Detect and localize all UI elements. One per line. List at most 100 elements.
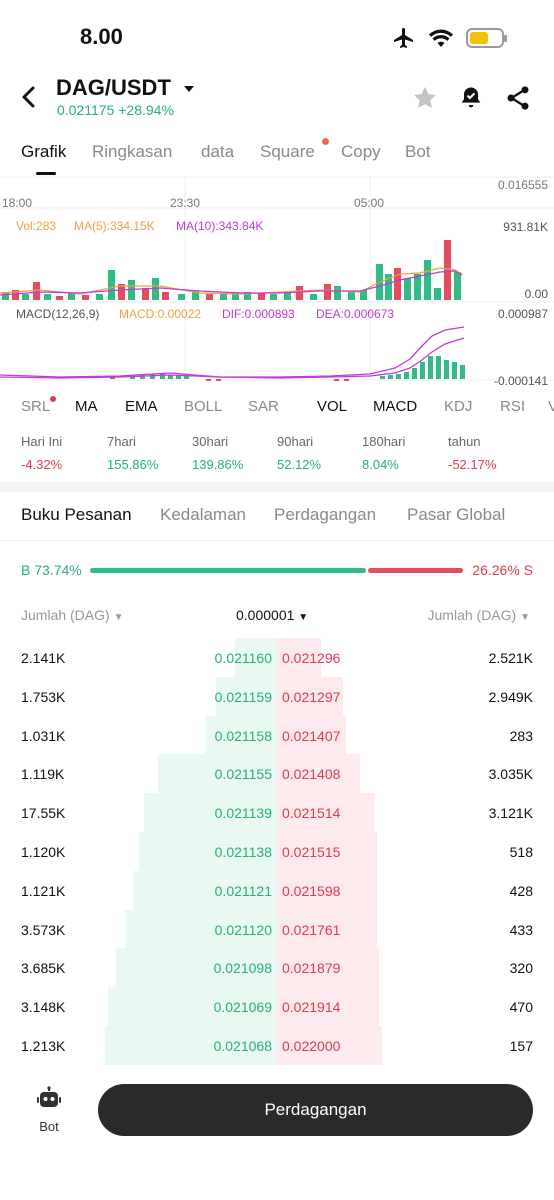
order-book-row[interactable]: 17.55K 0.021139 0.021514 3.121K: [0, 793, 554, 832]
wifi-icon: [429, 29, 453, 47]
price-alert-icon[interactable]: [457, 84, 485, 112]
bid-qty-header[interactable]: Jumlah (DAG) ▼: [21, 607, 123, 623]
pair-title[interactable]: DAG/USDT: [56, 75, 171, 101]
indicator-rsi[interactable]: RSI: [500, 398, 525, 415]
indicator-macd[interactable]: MACD: [373, 398, 417, 415]
bid-quantity: 1.753K: [21, 688, 66, 705]
tab-depth[interactable]: Kedalaman: [160, 505, 246, 525]
bid-price: 0.021159: [214, 688, 272, 705]
indicator-ma[interactable]: MA: [75, 398, 98, 415]
ask-quantity: 2.949K: [488, 688, 533, 705]
ask-price: 0.021514: [282, 805, 341, 822]
ask-quantity: 320: [509, 960, 533, 977]
notification-dot: [322, 138, 329, 145]
bid-price: 0.021138: [214, 844, 272, 860]
indicator-srl[interactable]: SRL: [21, 398, 50, 415]
bot-button[interactable]: Bot: [26, 1086, 72, 1146]
time-label-2: 23:30: [170, 196, 200, 210]
bot-label: Bot: [39, 1119, 59, 1134]
main-tabs: Grafik Ringkasan data Square Copy Bot: [0, 138, 554, 178]
perf-value: 8.04%: [362, 457, 399, 472]
battery-icon: [466, 28, 507, 48]
order-book-header: Jumlah (DAG) ▼ 0.000001 ▼ Jumlah (DAG) ▼: [0, 605, 554, 625]
bid-price: 0.021139: [214, 805, 272, 822]
tab-ringkasan[interactable]: Ringkasan: [92, 142, 172, 162]
book-tabs-divider: [0, 540, 554, 541]
kline-chart[interactable]: 0.016555 18:00 23:30 05:00 Vol:283 MA(5)…: [0, 176, 554, 386]
perf-label: 180hari: [362, 434, 406, 449]
tab-grafik[interactable]: Grafik: [21, 142, 66, 162]
indicator-vol[interactable]: VOL: [317, 398, 347, 415]
perf-year: tahun -52.17%: [448, 434, 496, 472]
macd-axis-max: 0.000987: [498, 307, 548, 321]
order-book-row[interactable]: 2.141K 0.021160 0.021296 2.521K: [0, 638, 554, 677]
star-icon[interactable]: [411, 84, 439, 112]
indicator-kdj[interactable]: KDJ: [444, 398, 472, 415]
ask-price: 0.021407: [282, 727, 341, 744]
order-book-row[interactable]: 1.213K 0.021068 0.022000 157: [0, 1026, 554, 1065]
bid-quantity: 1.120K: [21, 844, 66, 860]
tab-copy[interactable]: Copy: [341, 142, 381, 162]
bid-price: 0.021069: [213, 999, 272, 1016]
order-book-row[interactable]: 1.031K 0.021158 0.021407 283: [0, 716, 554, 755]
volume-bars: [2, 240, 461, 300]
indicator-notification-dot: [50, 396, 56, 402]
performance-row: Hari Ini -4.32% 7hari 155.86% 30hari 139…: [0, 434, 554, 474]
tab-square[interactable]: Square: [260, 142, 315, 162]
ask-price: 0.021761: [282, 921, 341, 938]
ask-price: 0.022000: [282, 1038, 341, 1054]
tab-order-book[interactable]: Buku Pesanan: [21, 505, 132, 525]
caret-down-icon: ▼: [520, 612, 530, 623]
vol-axis-max: 931.81K: [503, 220, 548, 234]
caret-down-icon[interactable]: [182, 82, 196, 96]
ask-qty-header-label: Jumlah (DAG): [427, 607, 517, 623]
indicator-selector: SRL MA EMA BOLL SAR VOL MACD KDJ RSI V: [0, 396, 554, 420]
bid-quantity: 1.031K: [21, 727, 66, 744]
buy-sell-ratio: B 73.74% 26.26% S: [0, 560, 554, 582]
bid-quantity: 17.55K: [21, 805, 66, 822]
bottom-bar: Bot Perdagangan: [0, 1076, 554, 1200]
bid-price: 0.021160: [214, 650, 272, 666]
book-tabs: Buku Pesanan Kedalaman Perdagangan Pasar…: [0, 503, 554, 531]
buy-ratio-bar: [90, 568, 366, 573]
ask-quantity: 433: [509, 921, 533, 938]
ask-qty-header[interactable]: Jumlah (DAG) ▼: [428, 607, 530, 623]
ask-price: 0.021598: [282, 882, 341, 899]
tab-trades[interactable]: Perdagangan: [274, 505, 376, 525]
order-book-row[interactable]: 1.753K 0.021159 0.021297 2.949K: [0, 677, 554, 716]
precision-value: 0.000001: [236, 607, 295, 623]
indicator-sar[interactable]: SAR: [248, 398, 279, 415]
perf-label: tahun: [448, 434, 481, 449]
precision-selector[interactable]: 0.000001 ▼: [236, 607, 308, 623]
order-book-row[interactable]: 1.119K 0.021155 0.021408 3.035K: [0, 754, 554, 793]
order-book-row[interactable]: 3.148K 0.021069 0.021914 470: [0, 987, 554, 1026]
ask-price: 0.021515: [282, 844, 341, 860]
bid-quantity: 3.685K: [21, 960, 66, 977]
perf-label: 7hari: [107, 434, 136, 449]
ask-price: 0.021914: [282, 999, 341, 1016]
order-book-row[interactable]: 1.120K 0.021138 0.021515 518: [0, 832, 554, 871]
status-icons: [392, 26, 507, 50]
caret-down-icon: ▼: [113, 612, 124, 623]
indicator-boll[interactable]: BOLL: [184, 398, 222, 415]
indicator-ema[interactable]: EMA: [125, 398, 158, 415]
caret-down-icon: ▼: [298, 612, 309, 623]
tab-data[interactable]: data: [201, 142, 234, 162]
vol-label: Vol:283: [16, 219, 56, 233]
order-book-row[interactable]: 3.685K 0.021098 0.021879 320: [0, 948, 554, 987]
bid-quantity: 1.121K: [21, 882, 66, 899]
share-icon[interactable]: [504, 84, 532, 112]
back-icon[interactable]: [14, 82, 44, 112]
ask-quantity: 2.521K: [488, 650, 533, 666]
bid-quantity: 1.119K: [21, 766, 65, 783]
bid-price: 0.021098: [213, 960, 272, 977]
ask-quantity: 428: [509, 882, 533, 899]
tab-global-market[interactable]: Pasar Global: [407, 505, 505, 525]
perf-label: 30hari: [192, 434, 229, 449]
bid-quantity: 3.573K: [21, 921, 66, 938]
indicator-more[interactable]: V: [548, 398, 554, 415]
order-book-row[interactable]: 1.121K 0.021121 0.021598 428: [0, 871, 554, 910]
trade-button[interactable]: Perdagangan: [98, 1084, 533, 1136]
tab-bot[interactable]: Bot: [405, 142, 431, 162]
order-book-row[interactable]: 3.573K 0.021120 0.021761 433: [0, 910, 554, 949]
